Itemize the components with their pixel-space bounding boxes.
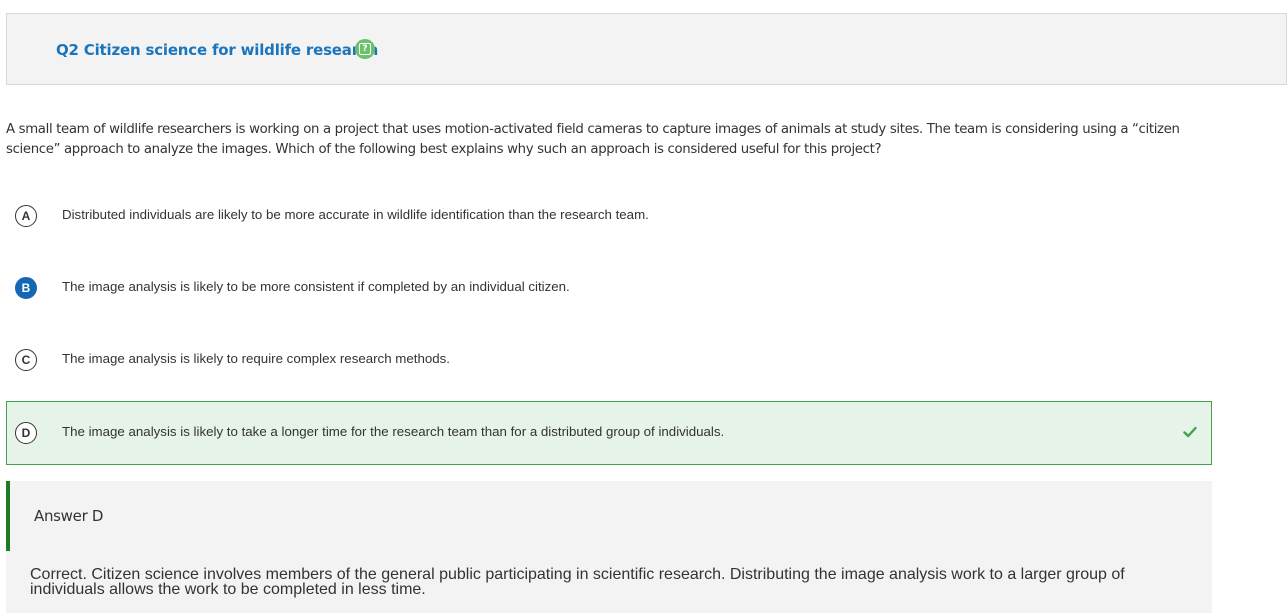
option-a-badge: A [15, 205, 37, 227]
option-a-text: Distributed individuals are likely to be… [62, 207, 649, 222]
option-a[interactable]: A Distributed individuals are likely to … [6, 184, 1212, 248]
option-b[interactable]: B The image analysis is likely to be mor… [6, 256, 1212, 320]
option-d-badge: D [15, 422, 37, 444]
answer-panel: Answer D Correct. Citizen science involv… [6, 481, 1212, 613]
option-c[interactable]: C The image analysis is likely to requir… [6, 328, 1212, 392]
question-title: Q2 Citizen science for wildlife research [56, 41, 379, 59]
question-header: Q2 Citizen science for wildlife research… [6, 13, 1287, 85]
check-icon [1183, 426, 1197, 438]
option-b-badge: B [15, 277, 37, 299]
help-glyph: ? [359, 43, 371, 55]
option-d[interactable]: D The image analysis is likely to take a… [6, 401, 1212, 465]
answer-label: Answer D [34, 507, 104, 525]
option-d-text: The image analysis is likely to take a l… [62, 424, 725, 439]
answer-accent-bar [6, 481, 10, 551]
option-b-text: The image analysis is likely to be more … [62, 279, 570, 294]
answer-explanation: Correct. Citizen science involves member… [30, 566, 1125, 598]
question-stem: A small team of wildlife researchers is … [6, 122, 1180, 157]
option-c-text: The image analysis is likely to require … [62, 351, 450, 366]
option-c-badge: C [15, 349, 37, 371]
help-question-icon[interactable]: ? [355, 39, 375, 59]
